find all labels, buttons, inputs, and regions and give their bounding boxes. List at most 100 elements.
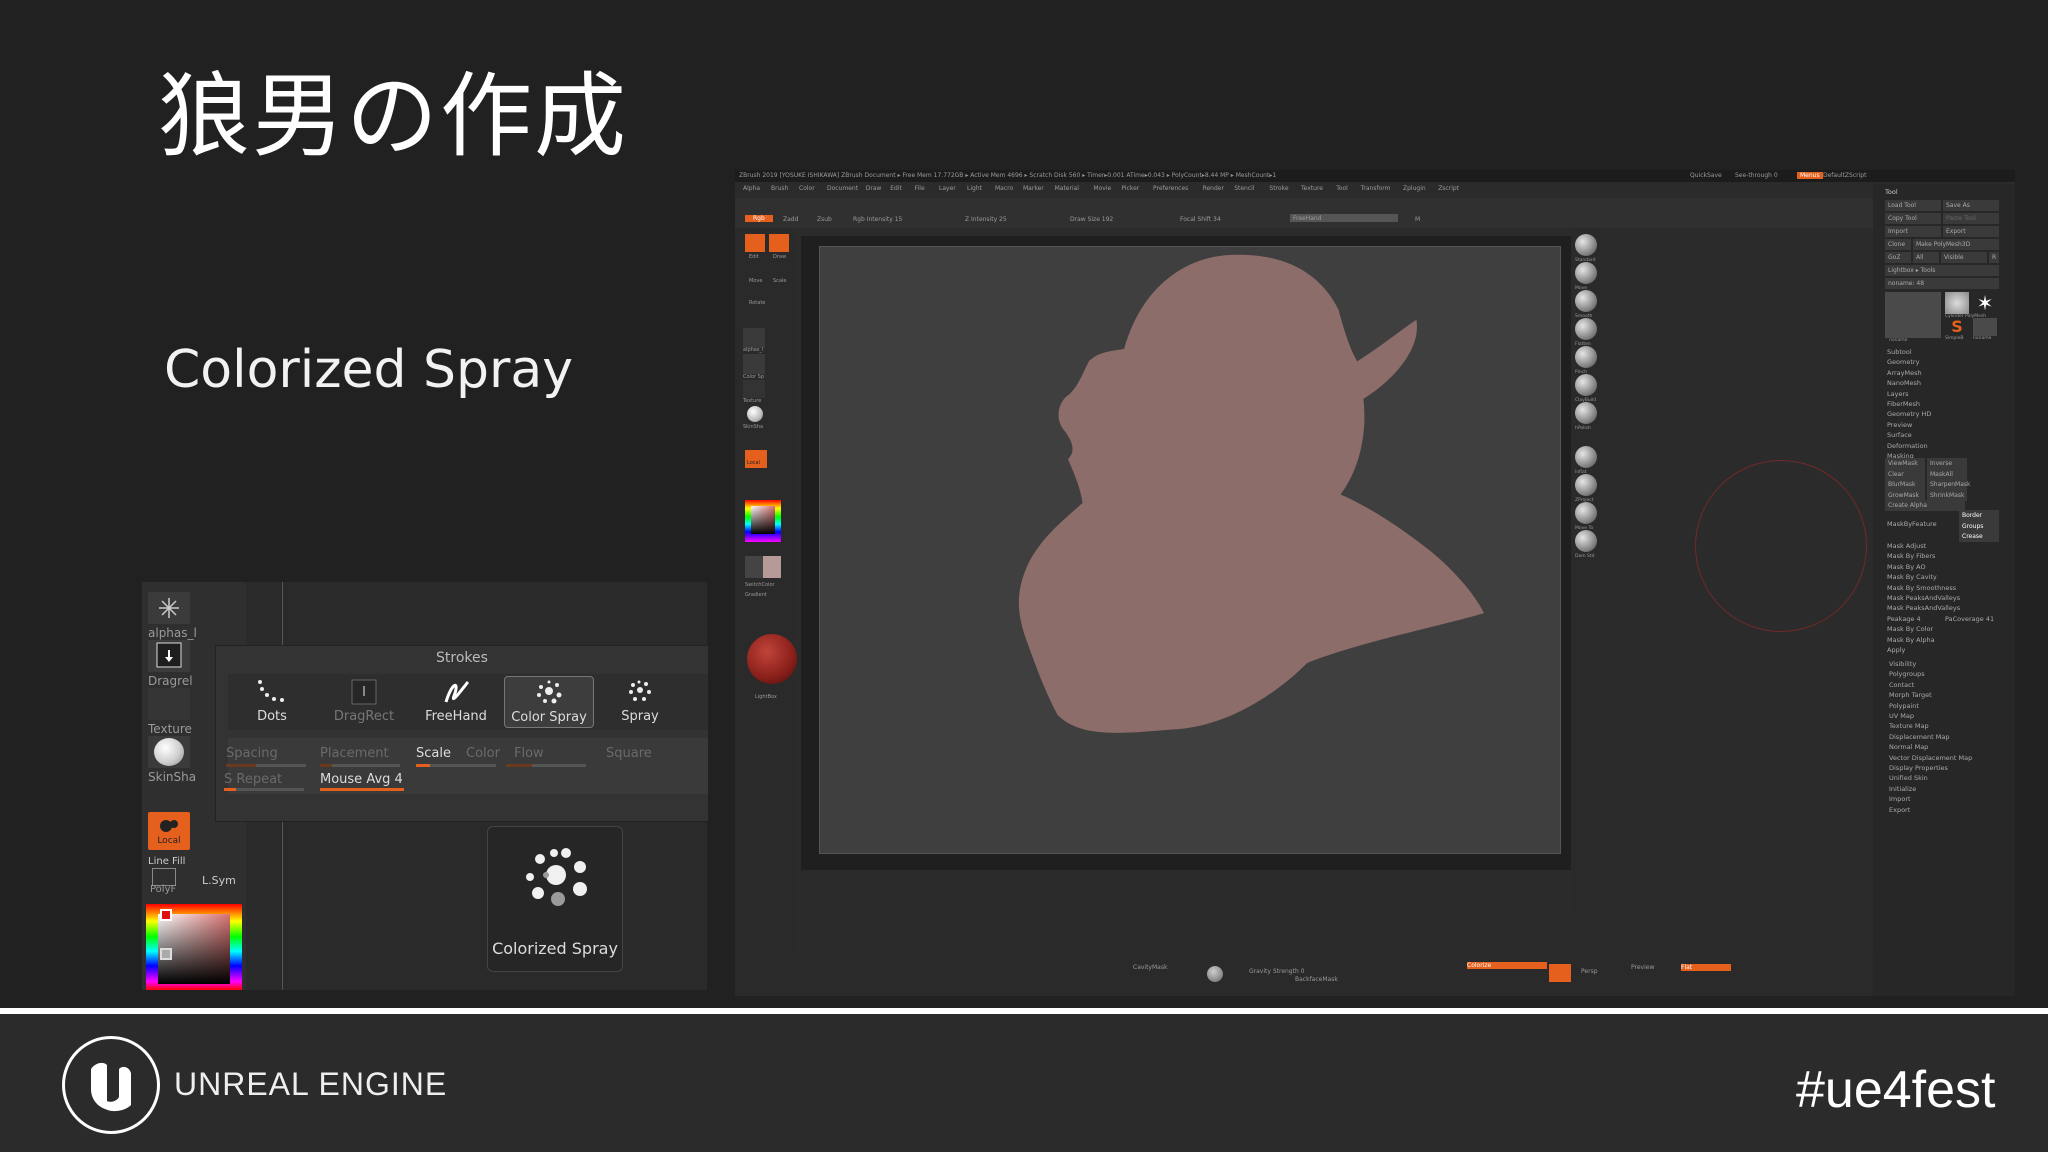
zb-menu-item[interactable]: Marker	[1023, 185, 1044, 192]
stroke-color-spray-button[interactable]: Color Spray	[504, 676, 594, 728]
zb-tool-section[interactable]: Unified Skin	[1889, 774, 1928, 782]
zb-quicksave[interactable]: QuickSave	[1690, 172, 1722, 179]
zb-menu-item[interactable]: Picker	[1121, 185, 1139, 192]
zb-flat-button[interactable]: Flat	[1681, 964, 1731, 971]
stroke-dragrect-button[interactable]: DragRect	[320, 676, 408, 726]
prop-scale[interactable]: Scale	[416, 746, 451, 761]
zb-tool-section[interactable]: Morph Target	[1889, 691, 1932, 699]
zb-texture-tile[interactable]	[743, 380, 765, 398]
prop-spacing[interactable]: Spacing	[226, 746, 278, 761]
zb-menu-item[interactable]: Transform	[1361, 185, 1391, 192]
zb-tool-section[interactable]: Contact	[1889, 681, 1914, 689]
dragrect-tile[interactable]	[148, 640, 190, 672]
zb-canvas[interactable]	[819, 246, 1561, 854]
zb-mask-item[interactable]: Mask PeaksAndValleys	[1887, 604, 1960, 612]
zb-menu-item[interactable]: Tool	[1336, 185, 1348, 192]
zb-mask-button[interactable]: MaskAll	[1927, 468, 1967, 480]
mouse-avg-slider[interactable]	[320, 788, 404, 791]
zb-menu-item[interactable]: Zplugin	[1403, 185, 1426, 192]
zb-tool-section[interactable]: Polypaint	[1889, 702, 1919, 710]
zb-mask-item[interactable]: Mask By Cavity	[1887, 573, 1937, 581]
zb-mask-item[interactable]: Apply	[1887, 646, 1905, 654]
zb-menu-item[interactable]: Texture	[1301, 185, 1323, 192]
zb-default-zscript[interactable]: DefaultZScript	[1823, 172, 1866, 179]
zb-lightbox-label[interactable]: LightBox	[755, 694, 777, 700]
zb-mask-button[interactable]: Create Alpha	[1885, 500, 1965, 511]
zb-secondary-color[interactable]	[763, 556, 781, 578]
zb-rgb-button[interactable]: Rgb	[745, 215, 773, 222]
scale-slider[interactable]	[416, 764, 496, 767]
zb-menu-item[interactable]: Render	[1203, 185, 1224, 192]
zb-load-tool[interactable]: Load Tool	[1885, 200, 1941, 211]
zb-make-polymesh[interactable]: Make PolyMesh3D	[1913, 239, 1999, 250]
zb-tool-section[interactable]: Geometry HD	[1887, 410, 1931, 418]
zb-brush-moveto-icon[interactable]	[1575, 502, 1597, 524]
zb-brush-move-icon[interactable]	[1575, 262, 1597, 284]
zb-mask-item[interactable]: Mask PeaksAndValleys	[1887, 594, 1960, 602]
zb-simpleb-icon[interactable]: S	[1945, 318, 1969, 336]
prop-color[interactable]: Color	[466, 746, 500, 761]
zb-mask-item[interactable]: Mask By Color	[1887, 625, 1933, 633]
zb-import[interactable]: Import	[1885, 226, 1941, 237]
zb-main-color[interactable]	[745, 556, 763, 578]
zb-tool-section[interactable]: Polygroups	[1889, 670, 1925, 678]
zb-switchcolor-label[interactable]: SwitchColor	[745, 582, 775, 588]
zb-material-sphere-icon[interactable]	[747, 406, 763, 422]
zb-save-as[interactable]: Save As	[1943, 200, 1999, 211]
zb-stroke-tile[interactable]	[743, 354, 765, 374]
prop-flow[interactable]: Flow	[514, 746, 544, 761]
zb-tool-section[interactable]: FiberMesh	[1887, 400, 1920, 408]
texture-tile[interactable]	[148, 688, 190, 720]
zb-menu-item[interactable]: Preferences	[1153, 185, 1188, 192]
repeat-label[interactable]: S Repeat	[224, 772, 282, 787]
zb-mask-item[interactable]: Mask By AO	[1887, 563, 1926, 571]
zb-tool-section[interactable]: NanoMesh	[1887, 379, 1921, 387]
zb-mask-button[interactable]: BlurMask	[1885, 479, 1925, 490]
zb-gravity-strength[interactable]: Gravity Strength 0	[1249, 968, 1305, 975]
zb-brush-smooth-icon[interactable]	[1575, 290, 1597, 312]
primary-color-swatch[interactable]	[160, 909, 172, 921]
zb-tool-section[interactable]: Subtool	[1887, 348, 1912, 356]
zb-menu-item[interactable]: Material	[1055, 185, 1079, 192]
zb-tool-section[interactable]: Layers	[1887, 390, 1909, 398]
zb-brush-standard-icon[interactable]	[1575, 234, 1597, 256]
zb-mask-feature-toggle[interactable]: Border	[1959, 510, 1999, 521]
zb-brush-damstd-icon[interactable]	[1575, 530, 1597, 552]
zb-mask-item[interactable]: Peakage 4	[1887, 615, 1921, 623]
zb-brush-inflat-icon[interactable]	[1575, 446, 1597, 468]
prop-square[interactable]: Square	[606, 746, 652, 761]
zb-mask-button[interactable]: Clear	[1885, 468, 1925, 480]
zb-tool-section[interactable]: Vector Displacement Map	[1889, 754, 1972, 762]
zb-material-preview[interactable]	[747, 634, 797, 684]
zb-colorize-button[interactable]: Colorize	[1467, 962, 1547, 969]
zb-menu-item[interactable]: Movie	[1093, 185, 1111, 192]
zb-menu-item[interactable]: Alpha	[743, 185, 760, 192]
stroke-freehand-button[interactable]: FreeHand	[412, 676, 500, 726]
zb-all[interactable]: All	[1913, 252, 1939, 263]
zb-brush-pinch-icon[interactable]	[1575, 346, 1597, 368]
zb-color-square[interactable]	[751, 506, 775, 534]
zb-export[interactable]: Export	[1943, 226, 1999, 237]
zb-gradient-label[interactable]: Gradient	[745, 592, 767, 598]
stroke-spray-button[interactable]: Spray	[596, 676, 684, 726]
zb-tool-section[interactable]: Preview	[1887, 421, 1912, 429]
zb-persp-button[interactable]	[1549, 964, 1571, 982]
zb-clone[interactable]: Clone	[1885, 239, 1911, 250]
zb-goz[interactable]: GoZ	[1885, 252, 1911, 263]
zb-brush-hpolish-icon[interactable]	[1575, 402, 1597, 424]
zb-menu-item[interactable]: Layer	[939, 185, 956, 192]
zb-tool-section[interactable]: Import	[1889, 795, 1911, 803]
zb-r[interactable]: R	[1989, 252, 1999, 263]
zb-tool-section[interactable]: Normal Map	[1889, 743, 1928, 751]
zb-mask-button[interactable]: ShrinkMask	[1927, 489, 1967, 501]
zb-tool-section[interactable]: Geometry	[1887, 358, 1919, 366]
zb-menu-item[interactable]: Stroke	[1269, 185, 1288, 192]
zb-tool-section[interactable]: Texture Map	[1889, 722, 1929, 730]
zb-mask-feature-toggle[interactable]: Groups	[1959, 520, 1999, 532]
zb-menu-item[interactable]: Zscript	[1438, 185, 1459, 192]
zb-mask-by-feature[interactable]: MaskByFeature	[1887, 520, 1937, 528]
zb-tool-thumb-head[interactable]	[1885, 292, 1941, 338]
zb-mask-item[interactable]: Mask By Smoothness	[1887, 584, 1956, 592]
zb-tool-section[interactable]: Export	[1889, 806, 1910, 814]
zb-lightbox-tools[interactable]: Lightbox ▸ Tools	[1885, 265, 1999, 276]
